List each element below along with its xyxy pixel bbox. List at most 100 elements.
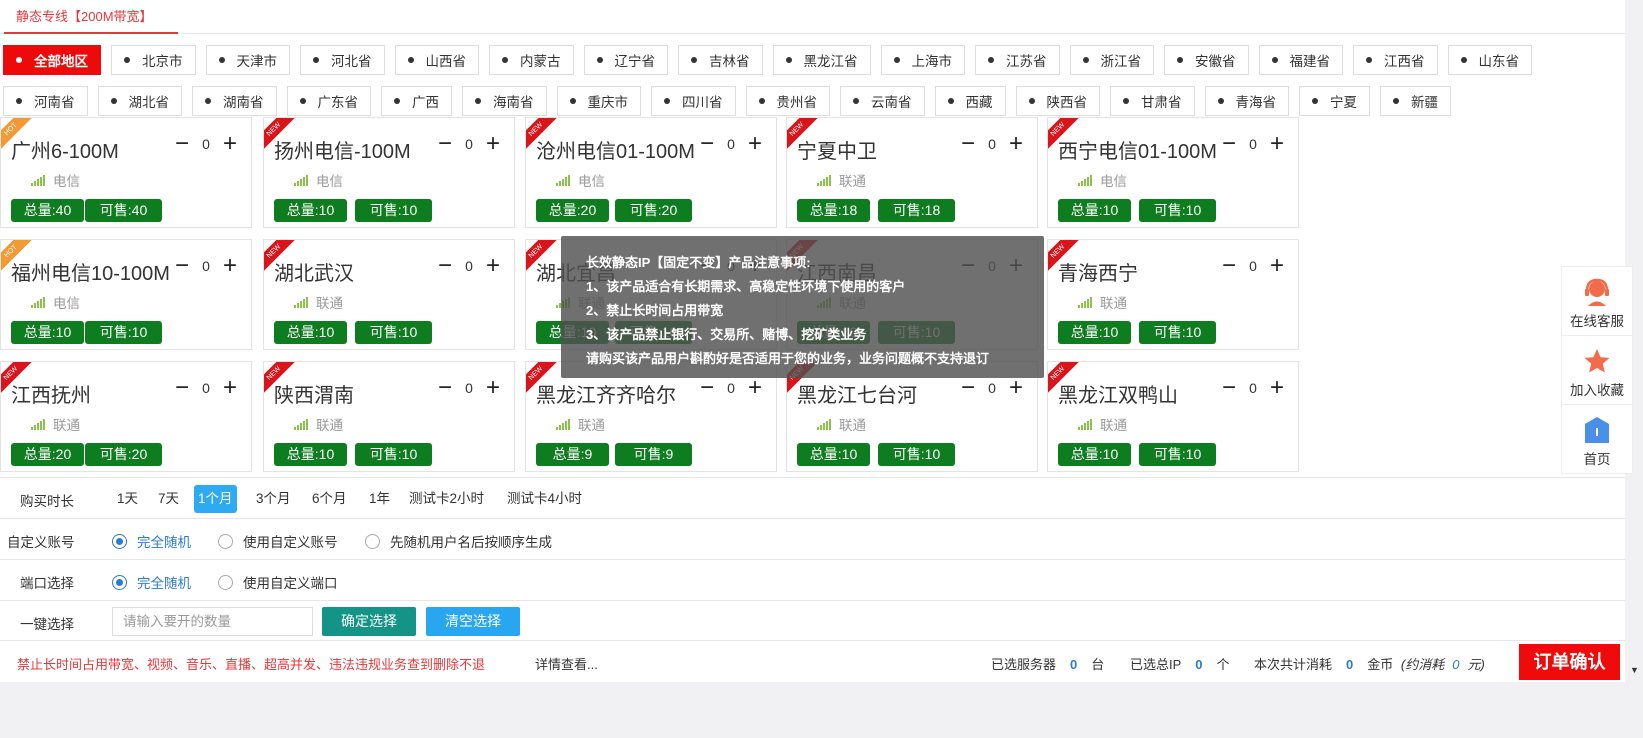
scroll-down-icon[interactable]: ▼	[1630, 665, 1639, 675]
carrier-label: 联通	[1100, 296, 1127, 311]
region-filter-item[interactable]: 福建省	[1258, 45, 1343, 75]
product-card[interactable]: NEW 宁夏中卫 −0 + 联通 总量:18 可售:18	[786, 117, 1038, 228]
quantity-input[interactable]	[112, 607, 313, 636]
region-filter-item[interactable]: 北京市	[111, 45, 196, 75]
region-filter-item[interactable]: 西藏	[934, 86, 1006, 116]
home-button[interactable]: 首页	[1562, 405, 1632, 474]
minus-icon[interactable]: −	[432, 374, 458, 402]
product-card[interactable]: NEW 湖北武汉 −0 + 联通 总量:10 可售:10	[263, 239, 515, 350]
product-card[interactable]: NEW 扬州电信-100M −0 + 电信 总量:10 可售:10	[263, 117, 515, 228]
region-filter-item[interactable]: 新疆	[1380, 86, 1451, 116]
region-filter-item[interactable]: 辽宁省	[583, 45, 668, 75]
region-filter-item[interactable]: 内蒙古	[489, 45, 574, 75]
tab-static-line[interactable]: 静态专线【200M带宽】	[4, 0, 178, 34]
add-favorite-button[interactable]: 加入收藏	[1562, 336, 1632, 405]
region-filter-item[interactable]: 湖南省	[192, 86, 277, 116]
plus-icon[interactable]: +	[1003, 130, 1029, 158]
minus-icon[interactable]: −	[694, 130, 720, 158]
region-filter-item[interactable]: 黑龙江省	[772, 45, 871, 75]
region-filter-item[interactable]: 山东省	[1447, 45, 1532, 75]
plus-icon[interactable]: +	[1003, 374, 1029, 402]
online-service-button[interactable]: 在线客服	[1562, 267, 1632, 336]
region-filter-item[interactable]: 河南省	[3, 86, 88, 116]
region-filter-item[interactable]: 吉林省	[678, 45, 763, 75]
product-card[interactable]: NEW 黑龙江双鸭山 −0 + 联通 总量:10 可售:10	[1047, 361, 1299, 472]
duration-option[interactable]: 6个月	[308, 485, 351, 513]
plus-icon[interactable]: +	[217, 130, 243, 158]
region-filter-item[interactable]: 重庆市	[556, 86, 641, 116]
port-random-radio[interactable]: 完全随机	[112, 572, 191, 592]
duration-option[interactable]: 测试卡4小时	[503, 485, 586, 513]
detail-link[interactable]: 详情查看...	[535, 654, 598, 673]
minus-icon[interactable]: −	[694, 374, 720, 402]
product-card[interactable]: HOT 福州电信10-100M −0 + 电信 总量:10 可售:10	[0, 239, 252, 350]
account-custom-radio[interactable]: 使用自定义账号	[218, 531, 338, 551]
minus-icon[interactable]: −	[169, 252, 195, 280]
minus-icon[interactable]: −	[1216, 252, 1242, 280]
account-sequence-radio[interactable]: 先随机用户名后按顺序生成	[365, 531, 552, 551]
region-filter-item[interactable]: 安徽省	[1164, 45, 1249, 75]
region-label: 广东省	[317, 95, 359, 110]
plus-icon[interactable]: +	[742, 374, 768, 402]
region-filter-item[interactable]: 陕西省	[1015, 86, 1100, 116]
plus-icon[interactable]: +	[742, 130, 768, 158]
duration-option[interactable]: 1天	[113, 485, 142, 513]
port-custom-radio[interactable]: 使用自定义端口	[218, 572, 338, 592]
plus-icon[interactable]: +	[1264, 252, 1290, 280]
region-filter-item[interactable]: 广西	[381, 86, 452, 116]
minus-icon[interactable]: −	[955, 374, 981, 402]
product-card[interactable]: NEW 青海西宁 −0 + 联通 总量:10 可售:10	[1047, 239, 1299, 350]
region-filter-item[interactable]: 甘肃省	[1110, 86, 1195, 116]
region-filter-item[interactable]: 河北省	[300, 45, 385, 75]
minus-icon[interactable]: −	[432, 130, 458, 158]
region-filter-item[interactable]: 宁夏	[1299, 86, 1370, 116]
plus-icon[interactable]: +	[1264, 374, 1290, 402]
minus-icon[interactable]: −	[432, 252, 458, 280]
region-filter-item[interactable]: 浙江省	[1069, 45, 1154, 75]
product-card[interactable]: NEW 西宁电信01-100M −0 + 电信 总量:10 可售:10	[1047, 117, 1299, 228]
minus-icon[interactable]: −	[1216, 374, 1242, 402]
bullet-icon	[1082, 57, 1089, 63]
duration-option[interactable]: 3个月	[252, 485, 295, 513]
duration-option[interactable]: 测试卡2小时	[405, 485, 488, 513]
plus-icon[interactable]: +	[217, 252, 243, 280]
order-confirm-button[interactable]: 订单确认	[1519, 644, 1620, 680]
carrier-info: 联通	[294, 414, 343, 434]
region-filter-item[interactable]: 湖北省	[97, 86, 182, 116]
minus-icon[interactable]: −	[955, 130, 981, 158]
minus-icon[interactable]: −	[169, 374, 195, 402]
product-card[interactable]: NEW 江西抚州 −0 + 联通 总量:20 可售:20	[0, 361, 252, 472]
plus-icon[interactable]: +	[480, 252, 506, 280]
region-filter-item[interactable]: 贵州省	[745, 86, 830, 116]
quantity-stepper: −0 +	[432, 374, 506, 402]
plus-icon[interactable]: +	[217, 374, 243, 402]
duration-option[interactable]: 7天	[154, 485, 183, 513]
region-filter-item[interactable]: 江西省	[1353, 45, 1438, 75]
plus-icon[interactable]: +	[480, 374, 506, 402]
region-filter-item[interactable]: 四川省	[651, 86, 736, 116]
region-filter-item[interactable]: 海南省	[462, 86, 547, 116]
confirm-select-button[interactable]: 确定选择	[322, 607, 416, 636]
product-card[interactable]: NEW 沧州电信01-100M −0 + 电信 总量:20 可售:20	[525, 117, 777, 228]
duration-option[interactable]: 1年	[365, 485, 394, 513]
minus-icon[interactable]: −	[1216, 130, 1242, 158]
ips-unit: 个	[1216, 657, 1230, 672]
product-card[interactable]: HOT 广州6-100M −0 + 电信 总量:40 可售:40	[0, 117, 252, 228]
region-filter-item[interactable]: 青海省	[1204, 86, 1289, 116]
clear-select-button[interactable]: 清空选择	[426, 607, 520, 636]
account-random-radio[interactable]: 完全随机	[112, 531, 191, 551]
available-badge: 可售:40	[85, 199, 162, 222]
notice-title: 长效静态IP【固定不变】产品注意事项:	[586, 255, 811, 270]
region-filter-item[interactable]: 天津市	[205, 45, 290, 75]
minus-icon[interactable]: −	[169, 130, 195, 158]
plus-icon[interactable]: +	[480, 130, 506, 158]
region-filter-item[interactable]: 上海市	[880, 45, 965, 75]
region-filter-item[interactable]: 广东省	[286, 86, 371, 116]
plus-icon[interactable]: +	[1264, 130, 1290, 158]
duration-option[interactable]: 1个月	[194, 485, 237, 513]
region-filter-item[interactable]: 山西省	[394, 45, 479, 75]
product-card[interactable]: NEW 陕西渭南 −0 + 联通 总量:10 可售:10	[263, 361, 515, 472]
region-filter-item[interactable]: 江苏省	[975, 45, 1060, 75]
region-filter-item[interactable]: 云南省	[840, 86, 925, 116]
region-filter-item[interactable]: 全部地区	[3, 45, 101, 75]
